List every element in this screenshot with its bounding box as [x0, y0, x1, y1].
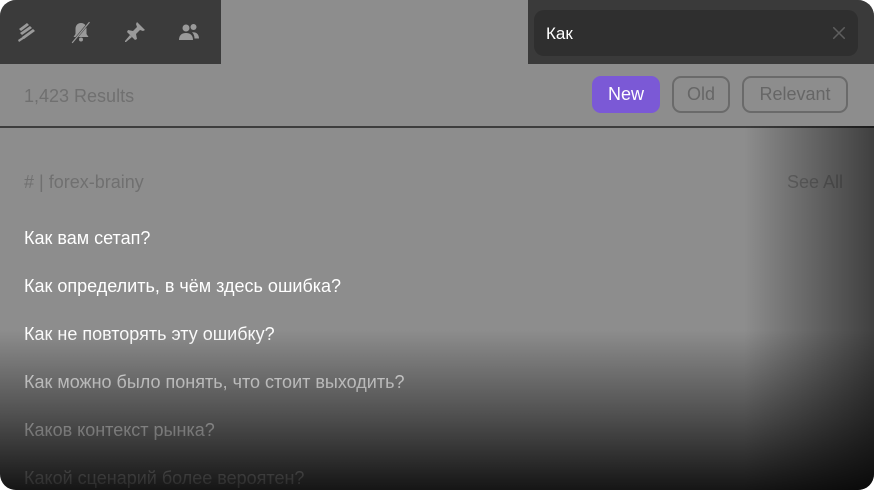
see-all-link[interactable]: See All [787, 172, 843, 193]
sort-old-button[interactable]: Old [672, 76, 730, 113]
result-item[interactable]: Как определить, в чём здесь ошибка? [24, 276, 341, 297]
mute-bell-icon[interactable] [54, 0, 108, 64]
result-item[interactable]: Как вам сетап? [24, 228, 150, 249]
channel-section-title: # | forex-brainy [24, 172, 144, 192]
members-icon[interactable] [162, 0, 216, 64]
results-count: 1,423 Results [24, 86, 135, 106]
threads-icon[interactable] [0, 0, 54, 64]
result-item[interactable]: Как не повторять эту ошибку? [24, 324, 275, 345]
top-bar [0, 0, 874, 64]
search-box [534, 10, 858, 56]
sort-new-button[interactable]: New [592, 76, 660, 113]
search-panel: 1,423 Results New Old Relevant # | forex… [0, 0, 874, 490]
result-item[interactable]: Каков контекст рынка? [24, 420, 215, 441]
search-input[interactable] [544, 18, 818, 50]
fade-overlay-bottom [0, 330, 874, 490]
close-icon[interactable] [828, 22, 850, 44]
pin-icon[interactable] [108, 0, 162, 64]
filter-row: 1,423 Results New Old Relevant [0, 64, 874, 128]
channel-toolbar [0, 0, 221, 64]
result-item[interactable]: Какой сценарий более вероятен? [24, 468, 304, 489]
result-item[interactable]: Как можно было понять, что стоит выходит… [24, 372, 404, 393]
sort-relevant-button[interactable]: Relevant [742, 76, 848, 113]
search-area [528, 0, 874, 64]
